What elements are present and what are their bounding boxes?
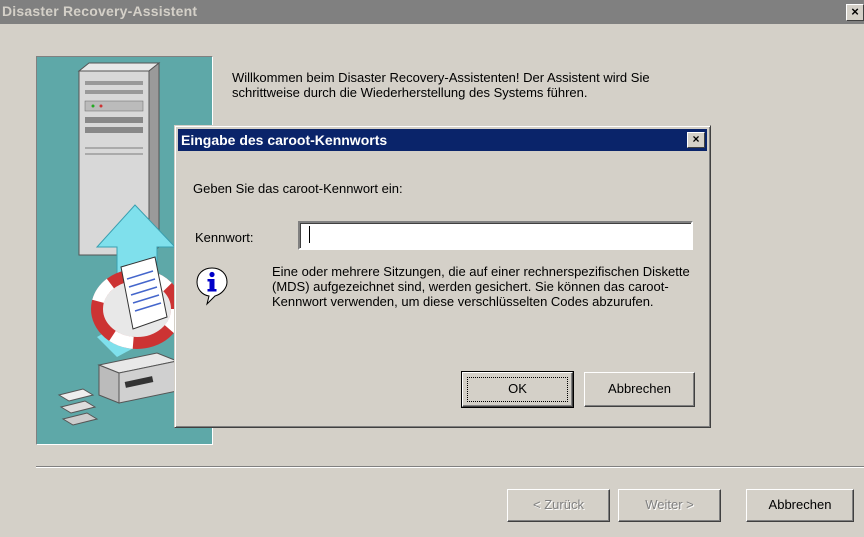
- password-input[interactable]: [298, 221, 693, 250]
- info-message: Eine oder mehrere Sitzungen, die auf ein…: [272, 264, 690, 309]
- welcome-text: Willkommen beim Disaster Recovery-Assist…: [232, 70, 650, 100]
- back-button[interactable]: < Zurück: [507, 489, 610, 522]
- focus-rectangle: [467, 377, 568, 402]
- footer-divider-highlight: [36, 467, 864, 468]
- dialog-title-bar: Eingabe des caroot-Kennworts ×: [178, 129, 707, 151]
- dialog-title: Eingabe des caroot-Kennworts: [181, 132, 388, 148]
- wizard-title: Disaster Recovery-Assistent: [2, 3, 198, 19]
- dialog-close-button[interactable]: ×: [687, 132, 705, 148]
- password-label: Kennwort:: [195, 230, 254, 245]
- password-prompt: Geben Sie das caroot-Kennwort ein:: [193, 181, 403, 196]
- dialog-cancel-button[interactable]: Abbrechen: [584, 372, 695, 407]
- wizard-cancel-button[interactable]: Abbrechen: [746, 489, 854, 522]
- password-dialog: Eingabe des caroot-Kennworts × Geben Sie…: [174, 125, 711, 428]
- info-icon: [196, 267, 228, 306]
- ok-button[interactable]: OK: [461, 371, 574, 408]
- wizard-close-button[interactable]: ×: [846, 4, 864, 21]
- wizard-title-bar: Disaster Recovery-Assistent ×: [0, 0, 864, 24]
- text-caret: [309, 226, 310, 243]
- next-button[interactable]: Weiter >: [618, 489, 721, 522]
